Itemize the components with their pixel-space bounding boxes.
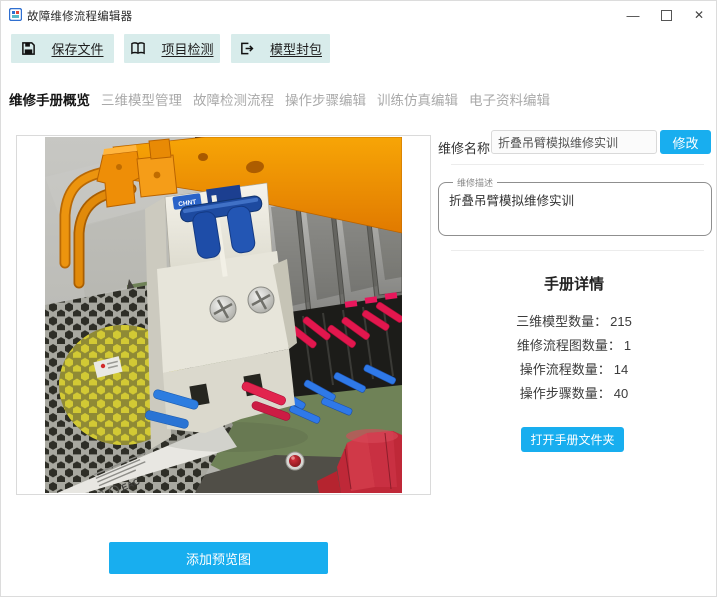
toolbar: 保存文件 项目检测 模型封包 [1,34,716,64]
repair-description-text[interactable]: 折叠吊臂模拟维修实训 [449,193,701,209]
close-button[interactable]: ✕ [682,1,716,29]
tab-bar: 维修手册概览 三维模型管理 故障检测流程 操作步骤编辑 训练仿真编辑 电子资料编… [9,89,550,109]
save-file-button[interactable]: 保存文件 [11,34,114,63]
add-preview-image-button[interactable]: 添加预览图 [109,542,328,574]
stat-value: 14 [614,362,628,377]
titlebar: 故障维修流程编辑器 — ✕ [1,1,716,29]
tab-training-simulation-edit[interactable]: 训练仿真编辑 [377,89,458,109]
stat-value: 40 [614,386,628,401]
save-file-label: 保存文件 [51,39,103,58]
window-title: 故障维修流程编辑器 [27,8,132,24]
model-package-label: 模型封包 [270,39,322,58]
app-window: 故障维修流程编辑器 — ✕ 保存文件 项目检测 [0,0,717,597]
repair-description-fieldset: 维修描述 折叠吊臂模拟维修实训 [438,176,712,236]
repair-name-input[interactable] [491,130,657,154]
divider [451,164,704,165]
tab-manual-overview[interactable]: 维修手册概览 [9,89,90,109]
open-manual-folder-button[interactable]: 打开手册文件夹 [521,427,624,452]
stat-label: 三维模型数量： [516,314,607,329]
stat-label: 操作步骤数量： [520,386,611,401]
stat-step-count: 操作步骤数量：40 [438,383,710,402]
save-icon [21,41,36,56]
repair-name-label: 维修名称 [438,138,490,157]
stat-procedure-count: 操作流程数量：14 [438,359,710,378]
stat-model-count: 三维模型数量：215 [438,311,710,330]
maximize-icon [661,10,672,21]
tab-fault-detection-flow[interactable]: 故障检测流程 [193,89,274,109]
preview-image-frame: EAC [16,135,431,495]
divider [451,250,704,251]
tab-electronic-data-edit[interactable]: 电子资料编辑 [469,89,550,109]
repair-description-legend: 维修描述 [453,176,497,189]
model-package-button[interactable]: 模型封包 [231,34,330,63]
project-check-button[interactable]: 项目检测 [124,34,220,63]
stat-value: 1 [624,338,631,353]
preview-3d-scene: EAC [45,137,402,493]
stat-label: 操作流程数量： [520,362,611,377]
stat-value: 215 [610,314,632,329]
minimize-button[interactable]: — [616,1,650,29]
export-package-icon [239,41,255,56]
manual-details-title: 手册详情 [438,273,710,294]
tab-operation-steps-edit[interactable]: 操作步骤编辑 [285,89,366,109]
project-check-label: 项目检测 [161,39,213,58]
stat-label: 维修流程图数量： [517,338,621,353]
indicator-button [286,452,304,470]
modify-button[interactable]: 修改 [660,130,711,154]
tab-3d-model-management[interactable]: 三维模型管理 [101,89,182,109]
maximize-button[interactable] [649,1,683,29]
book-check-icon [130,41,146,56]
app-icon [9,8,22,21]
stat-flowchart-count: 维修流程图数量：1 [438,335,710,354]
